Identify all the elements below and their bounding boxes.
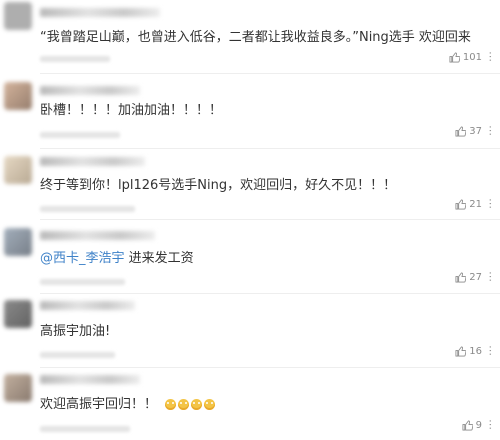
comment-text: @西卡_李浩宇 进来发工资: [40, 251, 194, 267]
thumbs-up-icon: [455, 199, 467, 210]
avatar[interactable]: [4, 2, 32, 30]
divider: [40, 148, 500, 149]
comment-text: 高振宇加油!: [40, 324, 111, 339]
like-count: 9: [475, 420, 482, 431]
avatar[interactable]: [4, 228, 32, 256]
like-button[interactable]: 16: [455, 346, 482, 357]
like-button[interactable]: 27: [455, 272, 482, 283]
timestamp: [40, 132, 120, 138]
divider: [40, 293, 500, 294]
thumbs-up-icon: [449, 52, 460, 63]
like-button[interactable]: 37: [455, 126, 482, 137]
comment-text: 终于等到你！lpl126号选手Ning，欢迎回归，好久不见！！！: [40, 178, 397, 193]
avatar[interactable]: [4, 156, 32, 184]
more-options-icon[interactable]: ⋯: [484, 345, 497, 356]
avatar[interactable]: [4, 374, 32, 402]
like-count: 37: [469, 126, 482, 137]
more-options-icon[interactable]: ⋯: [484, 51, 497, 62]
like-button[interactable]: 9: [462, 420, 482, 431]
username[interactable]: [40, 375, 140, 384]
emoji-icon: [165, 399, 177, 410]
divider: [40, 73, 500, 74]
like-button[interactable]: 101: [449, 52, 482, 63]
thumbs-up-icon: [455, 346, 467, 357]
comment-body: 欢迎高振宇回归！！: [40, 397, 158, 412]
comment-text: 卧槽！！！！加油加油！！！！: [40, 103, 223, 118]
username[interactable]: [40, 301, 135, 310]
timestamp: [40, 426, 130, 432]
like-button[interactable]: 21: [455, 199, 482, 210]
like-count: 101: [462, 52, 482, 63]
timestamp: [40, 56, 110, 62]
comment-body: 进来发工资: [124, 251, 194, 266]
emoji-icon: [178, 399, 190, 410]
emoji-icon: [191, 399, 203, 410]
like-count: 21: [469, 199, 482, 210]
emoji-group: [165, 399, 216, 410]
thumbs-up-icon: [455, 272, 467, 283]
timestamp: [40, 279, 125, 285]
like-count: 27: [469, 272, 482, 283]
divider: [40, 219, 500, 220]
comment-text: 欢迎高振宇回归！！: [40, 397, 216, 413]
comment-text: “我曾踏足山巅，也曾进入低谷，二者都让我收益良多。”Ning选手 欢迎回来: [40, 30, 471, 45]
divider: [40, 367, 500, 368]
username[interactable]: [40, 86, 140, 95]
thumbs-up-icon: [462, 420, 473, 431]
avatar[interactable]: [4, 82, 32, 110]
timestamp: [40, 352, 115, 358]
more-options-icon[interactable]: ⋯: [484, 271, 497, 282]
like-count: 16: [469, 346, 482, 357]
username[interactable]: [40, 231, 155, 240]
avatar[interactable]: [4, 300, 32, 328]
more-options-icon[interactable]: ⋯: [484, 125, 497, 136]
username[interactable]: [40, 8, 160, 17]
more-options-icon[interactable]: ⋯: [484, 419, 497, 430]
thumbs-up-icon: [455, 126, 467, 137]
more-options-icon[interactable]: ⋯: [484, 198, 497, 209]
mention-link[interactable]: @西卡_李浩宇: [40, 251, 125, 266]
username[interactable]: [40, 157, 145, 166]
timestamp: [40, 206, 135, 212]
emoji-icon: [204, 399, 216, 410]
